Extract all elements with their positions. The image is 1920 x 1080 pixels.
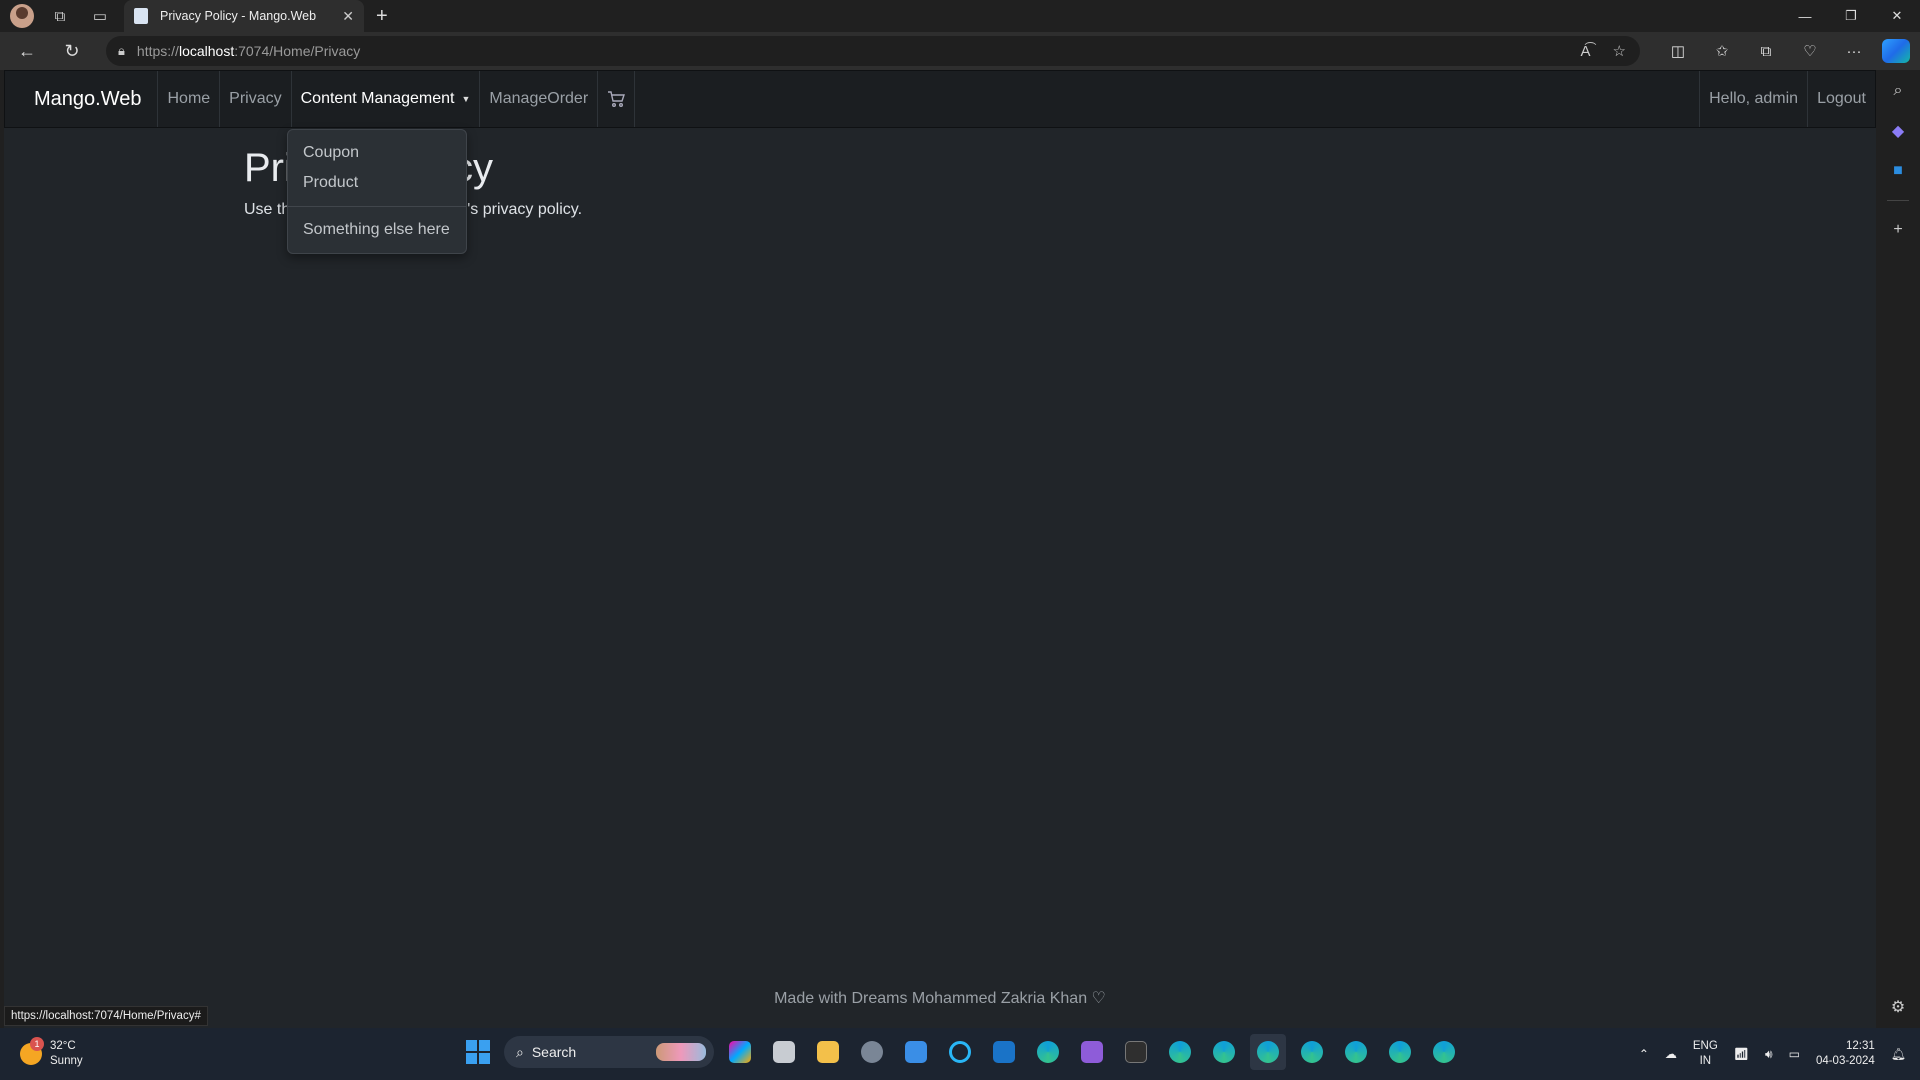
sidebar-divider — [1887, 200, 1909, 201]
browser-tabstrip: ⧉ ▭ Privacy Policy - Mango.Web ✕ + — ❐ ✕ — [0, 0, 1920, 32]
taskbar-apps: ⌕ Search — [460, 1034, 1462, 1070]
nav-user-area: Hello, admin Logout — [1699, 71, 1875, 127]
favorite-star-icon[interactable]: ☆ — [1613, 42, 1626, 60]
temperature: 32°C — [50, 1040, 76, 1052]
taskbar-search[interactable]: ⌕ Search — [504, 1036, 714, 1068]
lock-icon[interactable]: 🔒︎ — [118, 43, 125, 59]
new-tab-icon[interactable]: + — [376, 5, 388, 28]
url-host: localhost — [178, 43, 235, 59]
close-window-icon[interactable]: ✕ — [1874, 0, 1920, 32]
task-view-icon[interactable] — [766, 1034, 802, 1070]
weather-widget[interactable]: 1 32°C Sunny — [20, 1037, 83, 1069]
read-aloud-icon[interactable]: A͡ — [1581, 43, 1591, 60]
url-path: :7074/Home/Privacy — [234, 43, 361, 59]
windows-taskbar: 1 32°C Sunny ⌕ Search ⌃ ☁ ENG IN 📶︎ 🔊︎ ▭… — [0, 1028, 1920, 1080]
settings-gear-icon[interactable]: ⚙ — [1887, 996, 1909, 1018]
toolbar-actions: ◫ ✩ ⧉ ♡ ··· — [1656, 32, 1920, 70]
edge-icon[interactable] — [1206, 1034, 1242, 1070]
taskbar-search-label: Search — [531, 1044, 577, 1060]
more-menu-icon[interactable]: ··· — [1832, 43, 1876, 60]
terminal-icon[interactable] — [1118, 1034, 1154, 1070]
outlook-icon[interactable]: ■ — [1887, 160, 1909, 182]
nav-content-management[interactable]: Content Management ▼ — [292, 71, 481, 127]
notification-bell-icon[interactable]: 🔔︎ — [1891, 1047, 1906, 1061]
edge-icon[interactable] — [1162, 1034, 1198, 1070]
minimize-icon[interactable]: — — [1782, 0, 1828, 32]
chevron-up-icon[interactable]: ⌃ — [1639, 1047, 1649, 1061]
edge-icon[interactable] — [1294, 1034, 1330, 1070]
dropdown-item-coupon[interactable]: Coupon — [288, 138, 466, 168]
status-bar-url: https://localhost:7074/Home/Privacy# — [4, 1006, 208, 1026]
nav-privacy[interactable]: Privacy — [220, 71, 292, 127]
outlook-app-icon[interactable] — [986, 1034, 1022, 1070]
browser-essentials-icon[interactable]: ♡ — [1788, 42, 1832, 60]
nav-manage-order[interactable]: ManageOrder — [480, 71, 599, 127]
back-icon[interactable]: ← — [9, 35, 45, 67]
split-screen-icon[interactable]: ◫ — [1656, 42, 1700, 60]
copilot-icon[interactable] — [1882, 39, 1910, 63]
clock[interactable]: 12:31 04-03-2024 — [1816, 1039, 1875, 1069]
dropdown-item-other[interactable]: Something else here — [288, 215, 466, 245]
edge-icon[interactable] — [1030, 1034, 1066, 1070]
close-tab-icon[interactable]: ✕ — [342, 8, 354, 25]
page-viewport: Mango.Web Home Privacy Content Managemen… — [4, 70, 1876, 1028]
collections-icon[interactable]: ⧉ — [1744, 43, 1788, 60]
onedrive-icon[interactable]: ☁ — [1665, 1047, 1677, 1061]
weather-badge: 1 — [30, 1037, 44, 1051]
weather-condition: Sunny — [50, 1055, 83, 1067]
window-controls: — ❐ ✕ — [1782, 0, 1920, 32]
favorites-icon[interactable]: ✩ — [1700, 42, 1744, 60]
restore-icon[interactable]: ❐ — [1828, 0, 1874, 32]
wifi-icon[interactable]: 📶︎ — [1734, 1047, 1749, 1061]
edge-sidebar: ⌕ ◆ ■ + ⚙ — [1876, 70, 1920, 1028]
edge-icon[interactable] — [1338, 1034, 1374, 1070]
visual-studio-icon[interactable] — [1074, 1034, 1110, 1070]
add-icon[interactable]: + — [1887, 219, 1909, 241]
brand-link[interactable]: Mango.Web — [5, 71, 159, 127]
browser-toolbar: ← ↻ 🔒︎ https://localhost:7074/Home/Priva… — [0, 32, 1920, 70]
store-icon[interactable] — [898, 1034, 934, 1070]
nav-home[interactable]: Home — [158, 71, 221, 127]
caret-down-icon: ▼ — [461, 94, 471, 104]
lang-region: IN — [1699, 1055, 1712, 1067]
file-explorer-icon[interactable] — [810, 1034, 846, 1070]
copilot-sidebar-icon[interactable]: ◆ — [1887, 120, 1909, 142]
nav-content-management-label: Content Management — [300, 90, 455, 107]
clock-date: 04-03-2024 — [1815, 1055, 1875, 1067]
edge-icon[interactable] — [1382, 1034, 1418, 1070]
page-favicon-icon — [134, 8, 148, 24]
nav-logout[interactable]: Logout — [1807, 71, 1875, 127]
system-tray: ⌃ ☁ ENG IN 📶︎ 🔊︎ ▭ 12:31 04-03-2024 🔔︎ — [1631, 1028, 1920, 1080]
workspaces-icon[interactable]: ⧉ — [46, 2, 74, 30]
colorful-app-icon[interactable] — [722, 1034, 758, 1070]
tab-title: Privacy Policy - Mango.Web — [160, 9, 317, 23]
volume-icon[interactable]: 🔊︎ — [1765, 1047, 1773, 1062]
cortana-icon[interactable] — [942, 1034, 978, 1070]
page-footer: Made with Dreams Mohammed Zakria Khan ♡ — [774, 990, 1106, 1007]
url-scheme: https:// — [136, 43, 179, 59]
dropdown-divider — [288, 206, 466, 207]
cart-icon[interactable] — [598, 71, 636, 127]
site-navbar: Mango.Web Home Privacy Content Managemen… — [4, 70, 1876, 128]
nav-greeting[interactable]: Hello, admin — [1699, 71, 1807, 127]
search-icon: ⌕ — [516, 1043, 524, 1060]
edge-icon[interactable] — [1426, 1034, 1462, 1070]
settings-app-icon[interactable] — [854, 1034, 890, 1070]
search-highlight-icon — [656, 1043, 706, 1061]
edge-icon[interactable] — [1250, 1034, 1286, 1070]
language-indicator[interactable]: ENG IN — [1693, 1039, 1718, 1069]
address-bar[interactable]: 🔒︎ https://localhost:7074/Home/Privacy A… — [106, 36, 1640, 66]
start-button[interactable] — [460, 1034, 496, 1070]
profile-avatar[interactable] — [10, 4, 34, 28]
content-management-dropdown: Coupon Product Something else here — [287, 129, 467, 254]
refresh-icon[interactable]: ↻ — [54, 35, 90, 67]
vertical-tabs-icon[interactable]: ▭ — [86, 2, 114, 30]
battery-icon[interactable]: ▭ — [1789, 1047, 1800, 1061]
lang-code: ENG — [1692, 1040, 1718, 1052]
search-icon[interactable]: ⌕ — [1887, 80, 1909, 102]
sun-icon: 1 — [20, 1037, 44, 1065]
clock-time: 12:31 — [1845, 1040, 1875, 1052]
active-tab[interactable]: Privacy Policy - Mango.Web ✕ — [124, 0, 364, 32]
dropdown-item-product[interactable]: Product — [288, 168, 466, 198]
